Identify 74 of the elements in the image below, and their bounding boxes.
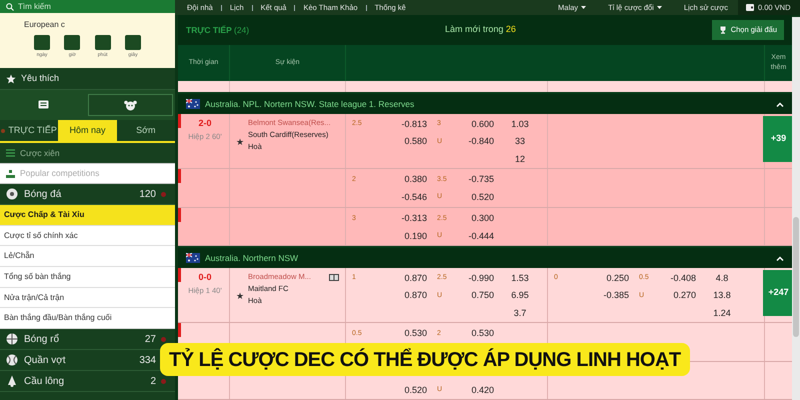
match-score: 0-0 [198, 271, 212, 284]
odds-value[interactable]: 0.530 [471, 328, 494, 338]
caret-icon [581, 6, 586, 9]
bet-type-item[interactable]: Cược tỉ số chính xác [0, 226, 175, 246]
more-bets-button[interactable]: +247 [763, 270, 794, 316]
bear-face-icon [124, 100, 137, 110]
odds-value[interactable]: 13.8 [713, 290, 731, 300]
odds-value[interactable]: 3.7 [514, 308, 526, 318]
odds-value[interactable]: -0.313 [401, 213, 427, 223]
league-header[interactable]: Australia. NPL. Nortern NSW. State league 1. Reserves [178, 94, 792, 114]
odds-value[interactable]: 33 [514, 136, 525, 146]
odds-value[interactable]: 0.750 [471, 290, 494, 300]
live-count-label: TRỰC TIẾP (24) [186, 24, 250, 36]
search-field[interactable]: Tìm kiếm [0, 0, 175, 13]
league-header[interactable]: Australia. Northern NSW [178, 248, 792, 268]
bet-type-item[interactable]: Cược Chấp & Tài Xỉu [0, 205, 175, 226]
trophy-icon [718, 26, 727, 34]
message-icon [38, 100, 50, 110]
odds-value[interactable]: -0.813 [401, 118, 427, 129]
wallet-icon [746, 4, 754, 11]
odds-value[interactable]: -0.840 [468, 136, 494, 146]
odds-value[interactable]: 0.250 [606, 272, 629, 283]
odds-value[interactable]: -0.735 [468, 174, 494, 184]
odds-value[interactable]: 0.580 [404, 136, 427, 146]
favorite-star-icon[interactable]: ★ [236, 290, 244, 304]
match-score: 2-0 [198, 117, 212, 130]
tennis-ball-icon [6, 354, 18, 366]
odds-value[interactable]: 0.420 [471, 384, 494, 394]
hierarchy-icon [6, 170, 15, 178]
sidebar-tab[interactable]: Hôm nay [58, 120, 117, 141]
countdown-digit-box [64, 35, 80, 50]
odds-value[interactable]: -0.546 [401, 192, 427, 202]
odds-value[interactable]: 0.380 [404, 174, 427, 184]
scrollbar[interactable] [793, 217, 799, 337]
basketball-icon [6, 333, 18, 346]
soccer-ball-icon [6, 188, 18, 200]
star-icon [6, 74, 16, 84]
australia-flag-icon [186, 253, 200, 263]
odds-value[interactable]: 0.270 [673, 290, 696, 300]
chevron-icon[interactable] [776, 256, 784, 260]
odds-value[interactable]: 0.600 [471, 118, 494, 129]
countdown-digit-box [34, 35, 50, 50]
odds-value[interactable]: 6.95 [511, 290, 529, 300]
odds-value[interactable]: 0.190 [404, 230, 427, 240]
odds-value[interactable]: 4.8 [716, 272, 728, 283]
countdown-digit-box [94, 35, 111, 50]
odds-value[interactable]: 0.520 [471, 192, 494, 202]
odds-value[interactable]: -0.408 [670, 272, 696, 283]
odds-value[interactable]: 1.53 [511, 272, 529, 283]
odds-value[interactable]: -0.444 [468, 230, 494, 240]
countdown-title: European c [23, 19, 66, 31]
odds-value[interactable]: 1.24 [713, 308, 731, 318]
shuttlecock-icon [6, 375, 18, 388]
odds-value[interactable]: 12 [514, 154, 525, 164]
more-bets-button[interactable]: +39 [763, 116, 794, 162]
odds-value[interactable]: 1.03 [511, 118, 529, 129]
odds-value[interactable]: 0.870 [404, 290, 427, 300]
caret-icon [656, 6, 662, 9]
odds-value[interactable]: -0.990 [468, 272, 494, 283]
countdown-digit-box [124, 35, 141, 50]
chevron-icon[interactable] [776, 102, 784, 106]
caption-banner: TỶ LỆ CƯỢC DEC CÓ THỂ ĐƯỢC ÁP DỤNG LINH HOẠT [160, 343, 690, 376]
refresh-countdown: Làm mới trong 26 [444, 23, 516, 36]
menu-icon [6, 149, 15, 157]
odds-value[interactable]: -0.385 [603, 290, 629, 300]
australia-flag-icon [186, 99, 200, 109]
favorite-star-icon[interactable]: ★ [236, 136, 244, 150]
odds-value[interactable]: 0.530 [404, 328, 427, 338]
parlay-item[interactable]: Cược xiên [0, 143, 175, 163]
odds-value[interactable]: 0.870 [404, 272, 427, 283]
odds-value[interactable]: 0.300 [471, 213, 494, 223]
view-toggle-button[interactable] [88, 94, 173, 116]
odds-value[interactable]: 0.520 [404, 384, 427, 394]
search-icon [6, 2, 14, 10]
